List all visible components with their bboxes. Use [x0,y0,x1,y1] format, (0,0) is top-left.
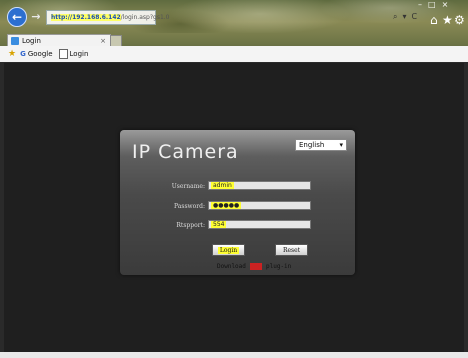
language-value: English [299,141,325,149]
rtsp-port-value: 554 [211,221,227,228]
status-bar [0,352,468,358]
dropdown-icon[interactable]: ▾ [402,12,406,21]
google-icon: G [20,50,26,58]
rtsp-port-field[interactable]: 554 [208,220,311,229]
arrow-left-icon: ← [11,10,23,24]
tab-close-icon[interactable]: × [100,37,106,45]
page-icon [58,49,68,59]
favorites-star-icon[interactable]: ★ [442,13,453,27]
forward-button[interactable]: → [30,9,42,23]
plugin-text-start: Download [217,263,246,270]
username-value: admin [211,182,234,189]
tab-label: Login [22,37,41,45]
address-tools: ⌕ ▾ C [393,10,417,23]
minimize-button[interactable]: – [418,0,422,9]
reset-button[interactable]: Reset [275,244,308,256]
password-field[interactable]: ●●●●● [208,201,311,210]
favorite-google[interactable]: G Google [20,50,52,58]
password-value: ●●●●● [211,202,242,209]
back-button[interactable]: ← [7,7,27,27]
arrow-right-icon: → [31,9,41,23]
favorite-label: Google [27,50,53,58]
username-label: Username: [171,183,205,190]
plugin-text-highlight: the [249,263,263,270]
close-window-button[interactable]: × [442,0,449,9]
rtsp-port-label: Rtspport: [176,222,205,229]
gear-icon[interactable]: ⚙ [454,13,465,27]
plugin-text-end: plug-in [266,263,292,270]
refresh-icon[interactable]: C [412,12,418,21]
favorites-icon[interactable]: ★ [8,49,16,59]
login-button[interactable]: Login [212,244,245,256]
language-select[interactable]: English ▾ [295,139,347,151]
favorite-label: Login [69,50,89,58]
username-field[interactable]: admin [208,181,311,190]
window-controls: – □ × [418,0,448,9]
chevron-down-icon: ▾ [339,141,343,149]
login-panel: IP Camera English ▾ Username: admin Pass… [120,130,355,275]
search-icon[interactable]: ⌕ [393,12,397,22]
address-bar[interactable]: http://192.168.6.142/login.asp?gs1.0 [46,10,170,25]
page-title: IP Camera [132,141,239,163]
favorite-login[interactable]: Login [58,49,89,59]
maximize-button[interactable]: □ [428,0,436,9]
url-text: http://192.168.6.142/login.asp?gs1.0 [51,14,170,21]
tab-favicon-icon [11,37,19,45]
plugin-download-link[interactable]: Download the plug-in [217,263,291,270]
password-label: Password: [174,203,205,210]
browser-chrome: – □ × ← → http://192.168.6.142/login.asp… [0,0,468,62]
home-icon[interactable]: ⌂ [430,13,438,27]
favorites-bar: ★ G Google Login [0,46,468,62]
login-button-label: Login [217,246,240,254]
